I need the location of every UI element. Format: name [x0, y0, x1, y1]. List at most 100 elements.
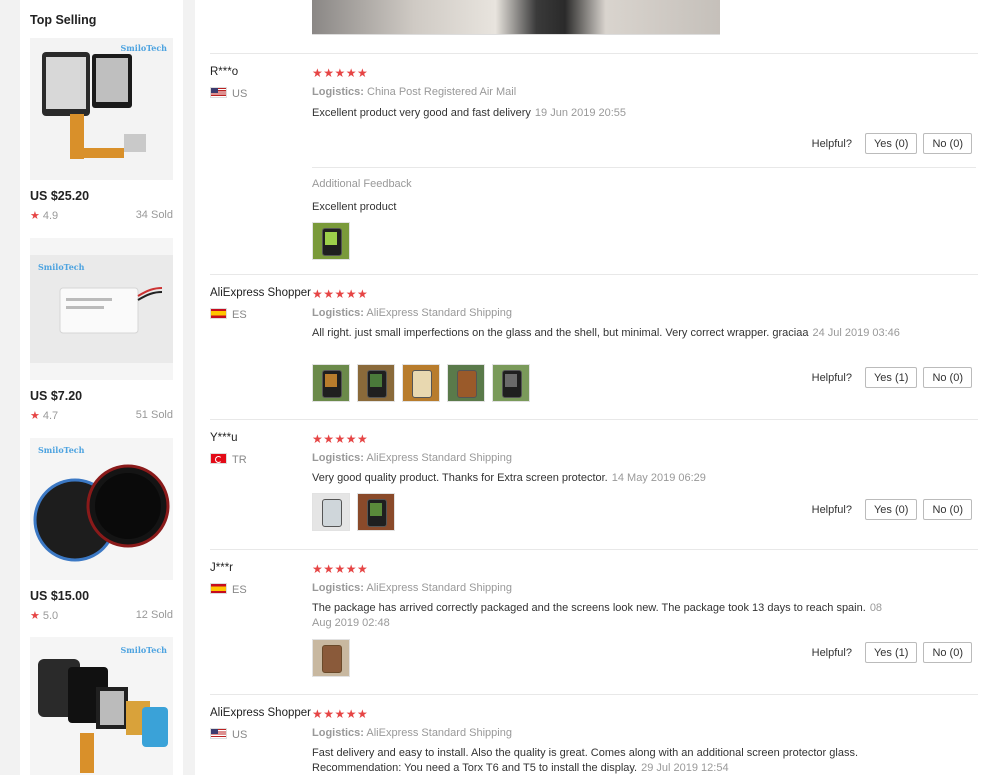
reviewer-country: ES [210, 308, 247, 321]
battery-image [30, 238, 173, 380]
review-timestamp: 19 Jun 2019 20:55 [534, 107, 627, 119]
us-flag-icon [210, 87, 227, 98]
helpful-yes-button[interactable]: Yes (0) [864, 133, 918, 154]
review-photo-thumbnail[interactable] [312, 364, 350, 402]
review-photo-thumbnail[interactable] [357, 364, 395, 402]
helpful-label: Helpful? [811, 503, 852, 516]
helpful-no-button[interactable]: No (0) [923, 499, 972, 520]
product-image[interactable]: SmiloTech [30, 238, 173, 380]
brand-logo: SmiloTech [120, 43, 167, 53]
helpful-label: Helpful? [811, 137, 852, 150]
review-photo-thumbnail[interactable] [447, 364, 485, 402]
sidebar-title: Top Selling [30, 13, 97, 27]
review-photos [312, 222, 357, 260]
review-timestamp: 14 May 2019 06:29 [611, 472, 706, 484]
star-rating: ★★★★★ [312, 562, 369, 576]
product-rating-row: ★ 5.0 12 Sold [30, 609, 173, 622]
product-price: US $25.20 [30, 189, 90, 203]
product-price: US $15.00 [30, 589, 90, 603]
review-timestamp: 24 Jul 2019 03:46 [812, 327, 900, 339]
reviewer-country: ES [210, 583, 247, 596]
star-icon: ★ [30, 410, 40, 422]
reviewer-name: J***r [210, 562, 234, 574]
review-photos [312, 639, 357, 677]
helpful-controls: Helpful? Yes (1) No (0) [812, 367, 972, 388]
reviewer-name: AliExpress Shopper [210, 287, 311, 299]
reviewer-name: R***o [210, 66, 239, 78]
product-sold-count: 34 Sold [135, 209, 173, 221]
review-logistics: Logistics: AliExpress Standard Shipping [312, 452, 512, 464]
review-photo-thumbnail[interactable] [312, 493, 350, 531]
product-sold-count: 12 Sold [135, 609, 173, 621]
helpful-yes-button[interactable]: Yes (1) [864, 367, 918, 388]
product-image[interactable]: SmiloTech [30, 438, 173, 580]
helpful-no-button[interactable]: No (0) [923, 642, 972, 663]
touchscreen-parts-image [30, 38, 173, 180]
product-image[interactable]: SmiloTech [30, 38, 173, 180]
review-photo-enlarged [312, 0, 720, 35]
star-icon: ★ [30, 210, 40, 222]
additional-feedback-text: Excellent product [312, 201, 397, 213]
helpful-controls: Helpful? Yes (0) No (0) [812, 499, 972, 520]
review-text: Fast delivery and easy to install. Also … [312, 747, 859, 774]
review-photo-thumbnail[interactable] [402, 364, 440, 402]
review-item: J***r ES ★★★★★ Logistics: AliExpress Sta… [210, 549, 978, 695]
helpful-label: Helpful? [811, 371, 852, 384]
review-logistics: Logistics: AliExpress Standard Shipping [312, 307, 512, 319]
review-text: Excellent product very good and fast del… [312, 107, 627, 119]
review-text: Very good quality product. Thanks for Ex… [312, 472, 706, 484]
helpful-yes-button[interactable]: Yes (1) [864, 642, 918, 663]
reviews-panel: R***o US ★★★★★ Logistics: China Post Reg… [195, 0, 1000, 775]
reviewer-name: Y***u [210, 432, 238, 444]
review-logistics: Logistics: China Post Registered Air Mai… [312, 86, 517, 98]
review-item: AliExpress Shopper ES ★★★★★ Logistics: A… [210, 274, 978, 420]
star-rating: ★★★★★ [312, 707, 369, 721]
review-photo-thumbnail[interactable] [312, 222, 350, 260]
top-selling-sidebar: Top Selling SmiloTech US $25.20 ★ 4.9 34 … [20, 0, 183, 775]
product-price: US $7.20 [30, 389, 83, 403]
reviewer-name: AliExpress Shopper [210, 707, 311, 719]
review-text: The package has arrived correctly packag… [312, 602, 883, 629]
review-photos [312, 493, 402, 531]
product-image[interactable]: SmiloTech [30, 637, 173, 775]
product-rating-row: ★ 4.9 34 Sold [30, 209, 173, 222]
round-display-image [30, 438, 173, 580]
additional-feedback-title: Additional Feedback [312, 178, 412, 190]
review-item: Y***u TR ★★★★★ Logistics: AliExpress Sta… [210, 419, 978, 550]
review-photo-thumbnail[interactable] [492, 364, 530, 402]
star-rating: ★★★★★ [312, 432, 369, 446]
product-card[interactable]: SmiloTech US $7.20 ★ 4.7 51 Sold [30, 238, 173, 428]
helpful-label: Helpful? [811, 646, 852, 659]
product-rating: 5.0 [42, 610, 59, 622]
device-parts-image [30, 637, 173, 775]
brand-logo: SmiloTech [120, 645, 167, 655]
review-photos [312, 364, 537, 402]
product-sold-count: 51 Sold [135, 409, 173, 421]
product-card[interactable]: SmiloTech [30, 637, 173, 775]
helpful-yes-button[interactable]: Yes (0) [864, 499, 918, 520]
us-flag-icon [210, 728, 227, 739]
divider [312, 167, 976, 168]
review-photo-thumbnail[interactable] [312, 639, 350, 677]
reviewer-country: TR [210, 453, 247, 466]
helpful-no-button[interactable]: No (0) [923, 133, 972, 154]
review-timestamp: 29 Jul 2019 12:54 [641, 762, 729, 774]
review-item: R***o US ★★★★★ Logistics: China Post Reg… [210, 53, 978, 275]
reviewer-country: US [210, 728, 247, 741]
tr-flag-icon [210, 453, 227, 464]
star-rating: ★★★★★ [312, 66, 369, 80]
review-photo-thumbnail[interactable] [357, 493, 395, 531]
helpful-controls: Helpful? Yes (1) No (0) [812, 642, 972, 663]
brand-logo: SmiloTech [38, 445, 85, 455]
brand-logo: SmiloTech [38, 262, 85, 272]
product-card[interactable]: SmiloTech US $25.20 ★ 4.9 34 Sold [30, 38, 173, 228]
product-rating: 4.7 [42, 410, 59, 422]
es-flag-icon [210, 308, 227, 319]
product-card[interactable]: SmiloTech US $15.00 ★ 5.0 12 Sold [30, 438, 173, 628]
es-flag-icon [210, 583, 227, 594]
helpful-controls: Helpful? Yes (0) No (0) [812, 133, 972, 154]
helpful-no-button[interactable]: No (0) [923, 367, 972, 388]
review-text: All right. just small imperfections on t… [312, 327, 900, 339]
review-item: AliExpress Shopper US ★★★★★ Logistics: A… [210, 694, 978, 775]
reviewer-country: US [210, 87, 247, 100]
